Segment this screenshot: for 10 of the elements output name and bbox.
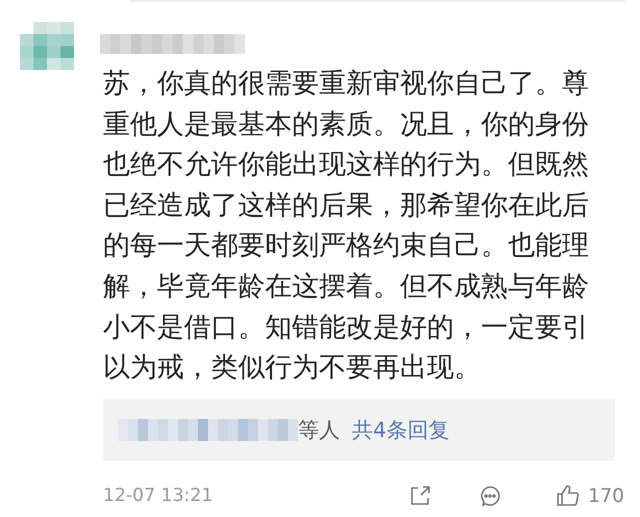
thumbs-up-icon[interactable] — [556, 484, 580, 508]
like-count: 170 — [588, 484, 624, 507]
replies-suffix: 等人 — [298, 416, 340, 444]
blurred-avatar[interactable] — [20, 22, 74, 70]
comment-icon[interactable] — [478, 484, 502, 508]
comment-text: 苏，你真的很需要重新审视你自己了。尊 重他人是最基本的素质。况且，你的身份 也绝不允许你能出现这样的行为。但既然 已经造成了这样的后果，那希望你在此后 的每一天都要时刻严格约束自己。也能理 解，毕竟年龄在这摆着。但不成熟与年龄 小不是借口。知错能改是好的，一定要引 以为戒，类似行为不要再出现。 — [103, 67, 590, 386]
comment-time: 12-07 13:21 — [103, 485, 214, 506]
replies-link[interactable]: 共4条回复 — [352, 416, 450, 444]
share-icon[interactable] — [408, 484, 432, 508]
replies-panel[interactable]: 等人 共4条回复 — [103, 398, 615, 461]
